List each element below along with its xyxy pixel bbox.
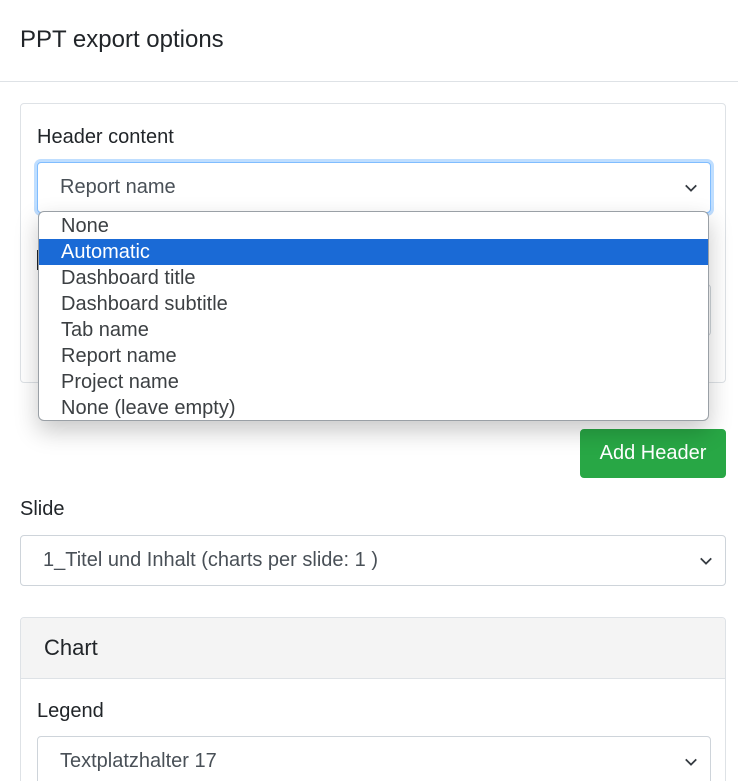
option-none-leave-empty[interactable]: None (leave empty)	[39, 395, 708, 420]
header-content-selected-value: Report name	[60, 176, 176, 198]
option-report-name[interactable]: Report name	[39, 343, 708, 369]
option-project-name[interactable]: Project name	[39, 369, 708, 395]
add-header-button[interactable]: Add Header	[580, 429, 726, 478]
legend-label: Legend	[37, 700, 104, 722]
chevron-down-icon	[684, 163, 698, 212]
header-content-select[interactable]: Report name	[37, 162, 711, 213]
chart-card-title: Chart	[44, 635, 98, 660]
option-dashboard-title[interactable]: Dashboard title	[39, 265, 708, 291]
modal-title: PPT export options	[20, 26, 224, 53]
chart-card: Chart Legend Textplatzhalter 17	[20, 617, 726, 781]
header-content-label: Header content	[37, 126, 174, 148]
option-none[interactable]: None	[39, 213, 708, 239]
option-automatic[interactable]: Automatic	[39, 239, 708, 265]
slide-select[interactable]: 1_Titel und Inhalt (charts per slide: 1 …	[20, 535, 726, 586]
chevron-down-icon	[684, 737, 698, 781]
modal-header: PPT export options	[0, 0, 738, 82]
option-dashboard-subtitle[interactable]: Dashboard subtitle	[39, 291, 708, 317]
header-content-dropdown-list[interactable]: None Automatic Dashboard title Dashboard…	[38, 211, 709, 421]
legend-select[interactable]: Textplatzhalter 17	[37, 736, 711, 781]
chart-card-header: Chart	[21, 618, 725, 679]
option-tab-name[interactable]: Tab name	[39, 317, 708, 343]
slide-label: Slide	[20, 498, 65, 520]
chevron-down-icon	[699, 536, 713, 585]
legend-selected-value: Textplatzhalter 17	[60, 750, 217, 772]
slide-selected-value: 1_Titel und Inhalt (charts per slide: 1 …	[43, 549, 378, 571]
